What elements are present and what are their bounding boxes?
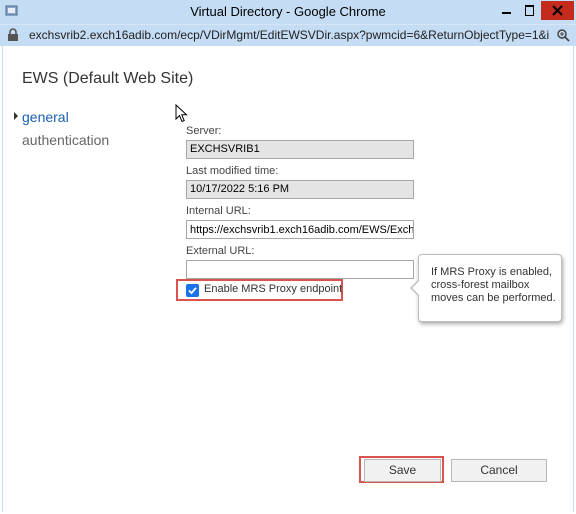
nav-item-authentication[interactable]: authentication (22, 132, 109, 148)
last-modified-label: Last modified time: (186, 165, 279, 177)
nav-item-general[interactable]: general (22, 109, 69, 125)
page-title: EWS (Default Web Site) (22, 70, 194, 87)
mrs-proxy-checkbox[interactable] (186, 284, 199, 297)
selected-arrow-icon (14, 112, 18, 120)
maximize-button[interactable] (518, 1, 541, 20)
title-bar: Virtual Directory - Google Chrome (0, 0, 576, 24)
minimize-icon (502, 12, 511, 14)
cancel-button[interactable]: Cancel (451, 459, 547, 482)
window-title: Virtual Directory - Google Chrome (190, 4, 386, 19)
dialog-content: EWS (Default Web Site) general authentic… (2, 46, 574, 512)
url-text[interactable]: exchsvrib2.exch16adib.com/ecp/VDirMgmt/E… (29, 25, 549, 46)
mrs-proxy-tooltip: If MRS Proxy is enabled, cross-forest ma… (410, 254, 562, 322)
mrs-proxy-label[interactable]: Enable MRS Proxy endpoint (204, 283, 342, 295)
close-button[interactable] (541, 1, 574, 20)
address-bar[interactable]: exchsvrib2.exch16adib.com/ecp/VDirMgmt/E… (0, 24, 576, 46)
server-field: EXCHSVRIB1 (186, 140, 414, 159)
server-label: Server: (186, 125, 222, 137)
save-button[interactable]: Save (364, 459, 441, 482)
lock-icon (7, 28, 19, 47)
last-modified-field: 10/17/2022 5:16 PM (186, 180, 414, 199)
minimize-button[interactable] (495, 1, 518, 20)
zoom-icon[interactable] (556, 28, 570, 47)
checkmark-icon (188, 287, 197, 295)
tooltip-text: If MRS Proxy is enabled, cross-forest ma… (431, 266, 556, 304)
internal-url-input[interactable] (186, 220, 414, 239)
maximize-icon (525, 5, 534, 16)
mrs-proxy-highlight: Enable MRS Proxy endpoint (176, 279, 343, 301)
close-icon (552, 5, 563, 16)
internal-url-label: Internal URL: (186, 205, 251, 217)
external-url-input[interactable] (186, 260, 414, 279)
external-url-label: External URL: (186, 245, 255, 257)
